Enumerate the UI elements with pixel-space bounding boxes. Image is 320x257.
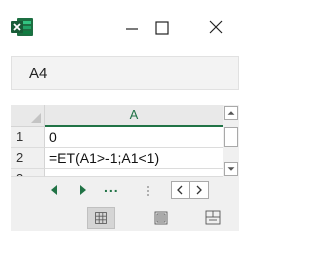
maximize-icon [155,21,169,35]
triangle-left-icon [51,185,57,195]
normal-view-button[interactable] [87,207,115,229]
cell-a3[interactable] [45,169,223,177]
select-all-icon [31,113,41,123]
title-bar [0,0,246,54]
sheet-prev-button[interactable] [49,184,59,196]
sheet-more-button[interactable]: ... [104,179,119,195]
page-layout-icon [154,211,168,225]
normal-view-icon [95,212,107,224]
page-layout-button[interactable] [147,207,175,229]
close-button[interactable] [196,12,236,42]
page-break-preview-button[interactable] [199,207,227,229]
excel-icon[interactable] [11,18,33,36]
triangle-right-icon [80,185,86,195]
cell-a2[interactable]: =ET(A1>-1;A1<1) [45,148,223,169]
horizontal-scrollbar[interactable] [171,181,209,199]
scroll-left-icon[interactable] [175,185,185,195]
sheet-tab-bar: ... [11,177,239,205]
splitter-handle-icon[interactable] [146,185,150,197]
status-bar [11,205,239,231]
column-header-a[interactable]: A [45,105,223,127]
row-header[interactable]: 1 [11,127,45,148]
vertical-scrollbar[interactable] [223,105,239,177]
scroll-up-button[interactable] [224,106,238,120]
sheet-next-button[interactable] [78,184,88,196]
maximize-button[interactable] [142,12,182,42]
scroll-right-icon[interactable] [194,185,204,195]
name-box-value: A4 [29,65,48,82]
close-icon [209,20,223,34]
name-box[interactable]: A4 [11,56,239,90]
excel-window: A4 A 1 0 2 =ET(A1>-1;A1<1) 3 ... [0,0,246,257]
page-break-preview-icon [205,210,221,225]
vertical-scroll-thumb[interactable] [224,127,238,147]
select-all-corner[interactable] [11,105,45,127]
cell-a1[interactable]: 0 [45,127,223,148]
scroll-down-button[interactable] [224,162,238,176]
triangle-up-icon [227,111,235,115]
triangle-down-icon [227,167,235,171]
scroll-separator [189,182,190,198]
row-header[interactable]: 3 [11,169,45,177]
row-header[interactable]: 2 [11,148,45,169]
